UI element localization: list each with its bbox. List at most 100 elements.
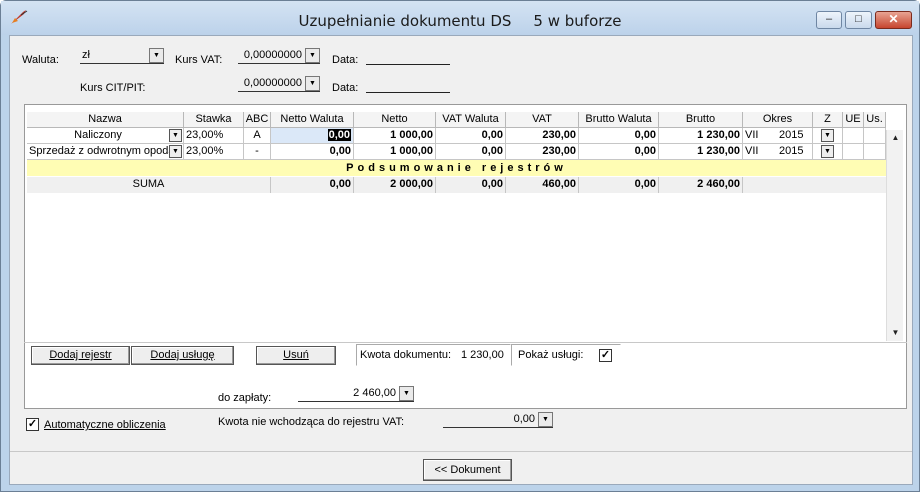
chevron-down-icon[interactable]: ▼ [149,48,164,63]
table-row-1-ue[interactable] [843,128,864,144]
kurs-cit-value: 0,00000000 [243,77,302,89]
chevron-down-icon[interactable]: ▼ [821,145,834,158]
col-header-netto-waluta[interactable]: Netto Waluta [271,112,354,128]
col-header-nazwa[interactable]: Nazwa [27,112,184,128]
sum-row: SUMA 0,00 2 000,00 0,00 460,00 0,00 2 46… [27,177,886,193]
col-header-netto[interactable]: Netto [354,112,436,128]
pokaz-uslugi-label: Pokaż usługi: [518,349,584,361]
table-row-1-okres[interactable]: VII 2015 [743,128,813,144]
add-service-button[interactable]: Dodaj usługę [131,346,234,365]
col-header-brutto-waluta[interactable]: Brutto Waluta [579,112,659,128]
chevron-down-icon[interactable]: ▼ [821,129,834,142]
col-header-okres[interactable]: Okres [743,112,813,128]
kwota-value: 1 230,00 [461,349,504,361]
okres-year: 2015 [779,145,804,157]
col-header-us[interactable]: Us. [864,112,886,128]
waluta-label: Waluta: [22,54,59,66]
kurs-vat-field[interactable]: 0,00000000 ▼ [238,48,320,64]
document-amount-panel: Kwota dokumentu: 1 230,00 [356,344,511,366]
chevron-down-icon[interactable]: ▼ [538,412,553,427]
kwota-nie-field[interactable]: 0,00 ▼ [443,412,553,428]
table-row-2-stawka[interactable]: 23,00% [184,144,244,160]
maximize-button[interactable]: □ [845,11,872,29]
chevron-down-icon[interactable]: ▼ [305,76,320,91]
window-subtitle: 5 w buforze [533,12,622,30]
window: Uzupełnianie dokumentu DS 5 w buforze – □… [0,0,920,492]
grid-vertical-scrollbar[interactable]: ▲ ▼ [886,130,903,341]
cell-text: Naliczony [74,129,122,141]
scroll-up-icon[interactable]: ▲ [888,131,903,145]
show-services-panel: Pokaż usługi: ✓ [511,344,621,366]
do-zaplaty-label: do zapłaty: [218,392,272,404]
minimize-icon: – [825,13,833,25]
do-zaplaty-value: 2 460,00 [353,387,396,399]
waluta-value: zł [82,49,90,61]
table-row-2-z[interactable]: ▼ [813,144,843,160]
col-header-brutto[interactable]: Brutto [659,112,743,128]
col-header-vat[interactable]: VAT [506,112,579,128]
close-button[interactable]: ✕ [875,11,912,29]
waluta-combo[interactable]: zł ▼ [80,48,164,64]
table-row-2-abc[interactable]: - [244,144,271,160]
table-row-1-vat[interactable]: 230,00 [506,128,579,144]
col-header-ue[interactable]: UE [843,112,864,128]
table-row-2-nazwa[interactable]: Sprzedaż z odwrotnym opoda ▼ [27,144,184,160]
table-row-2-us[interactable] [864,144,886,160]
window-title-text: Uzupełnianie dokumentu DS [298,12,512,30]
chevron-down-icon[interactable]: ▼ [169,129,182,142]
delete-button[interactable]: Usuń [256,346,336,365]
table-row-2-ue[interactable] [843,144,864,160]
cell-text: Sprzedaż z odwrotnym opoda [29,145,175,157]
scroll-down-icon[interactable]: ▼ [888,326,903,340]
okres-month: VII [745,145,759,157]
table-row-1-netto-waluta[interactable]: 0,00 [271,128,354,144]
data2-field[interactable] [366,77,450,93]
window-title: Uzupełnianie dokumentu DS 5 w buforze [1,12,919,30]
add-register-button[interactable]: Dodaj rejestr [31,346,130,365]
chevron-down-icon[interactable]: ▼ [305,48,320,63]
table-row-1-stawka[interactable]: 23,00% [184,128,244,144]
table-row-1-abc[interactable]: A [244,128,271,144]
chevron-down-icon[interactable]: ▼ [169,145,182,158]
sum-brutto-waluta: 0,00 [579,177,659,193]
table-row-2-brutto-waluta[interactable]: 0,00 [579,144,659,160]
table-row-1-netto[interactable]: 1 000,00 [354,128,436,144]
sum-vat-waluta: 0,00 [436,177,506,193]
title-bar: Uzupełnianie dokumentu DS 5 w buforze – □… [1,1,919,35]
table-row-1-vat-waluta[interactable]: 0,00 [436,128,506,144]
auto-calc-checkbox[interactable]: ✓ [26,418,39,431]
table-row-1-z[interactable]: ▼ [813,128,843,144]
back-to-document-button[interactable]: << Dokument [423,459,512,481]
kwota-nie-value: 0,00 [513,413,535,425]
table-row-1-brutto-waluta[interactable]: 0,00 [579,128,659,144]
col-header-z[interactable]: Z [813,112,843,128]
col-header-vat-waluta[interactable]: VAT Waluta [436,112,506,128]
table-row-1-us[interactable] [864,128,886,144]
table-row-2-vat[interactable]: 230,00 [506,144,579,160]
table-row-1-nazwa[interactable]: Naliczony ▼ [27,128,184,144]
sum-vat: 460,00 [506,177,579,193]
col-header-abc[interactable]: ABC [244,112,271,128]
selected-value: 0,00 [327,129,351,141]
maximize-icon: □ [855,13,862,25]
sum-netto-waluta: 0,00 [271,177,354,193]
kwota-label: Kwota dokumentu: [360,349,452,361]
table-row-2-netto[interactable]: 1 000,00 [354,144,436,160]
delete-label: Usuń [283,349,309,361]
table-row-2-okres[interactable]: VII 2015 [743,144,813,160]
sum-netto: 2 000,00 [354,177,436,193]
data1-field[interactable] [366,49,450,65]
kurs-cit-field[interactable]: 0,00000000 ▼ [238,76,320,92]
do-zaplaty-field[interactable]: 2 460,00 ▼ [298,386,414,402]
minimize-button[interactable]: – [816,11,842,29]
data2-label: Data: [332,82,359,94]
table-row-2-vat-waluta[interactable]: 0,00 [436,144,506,160]
table-row-2-brutto[interactable]: 1 230,00 [659,144,743,160]
kurs-cit-label: Kurs CIT/PIT: [80,82,146,94]
table-row-1-brutto[interactable]: 1 230,00 [659,128,743,144]
auto-calc-label[interactable]: Automatyczne obliczenia [44,419,166,431]
col-header-stawka[interactable]: Stawka [184,112,244,128]
show-services-checkbox[interactable]: ✓ [599,349,612,362]
chevron-down-icon[interactable]: ▼ [399,386,414,401]
table-row-2-netto-waluta[interactable]: 0,00 [271,144,354,160]
